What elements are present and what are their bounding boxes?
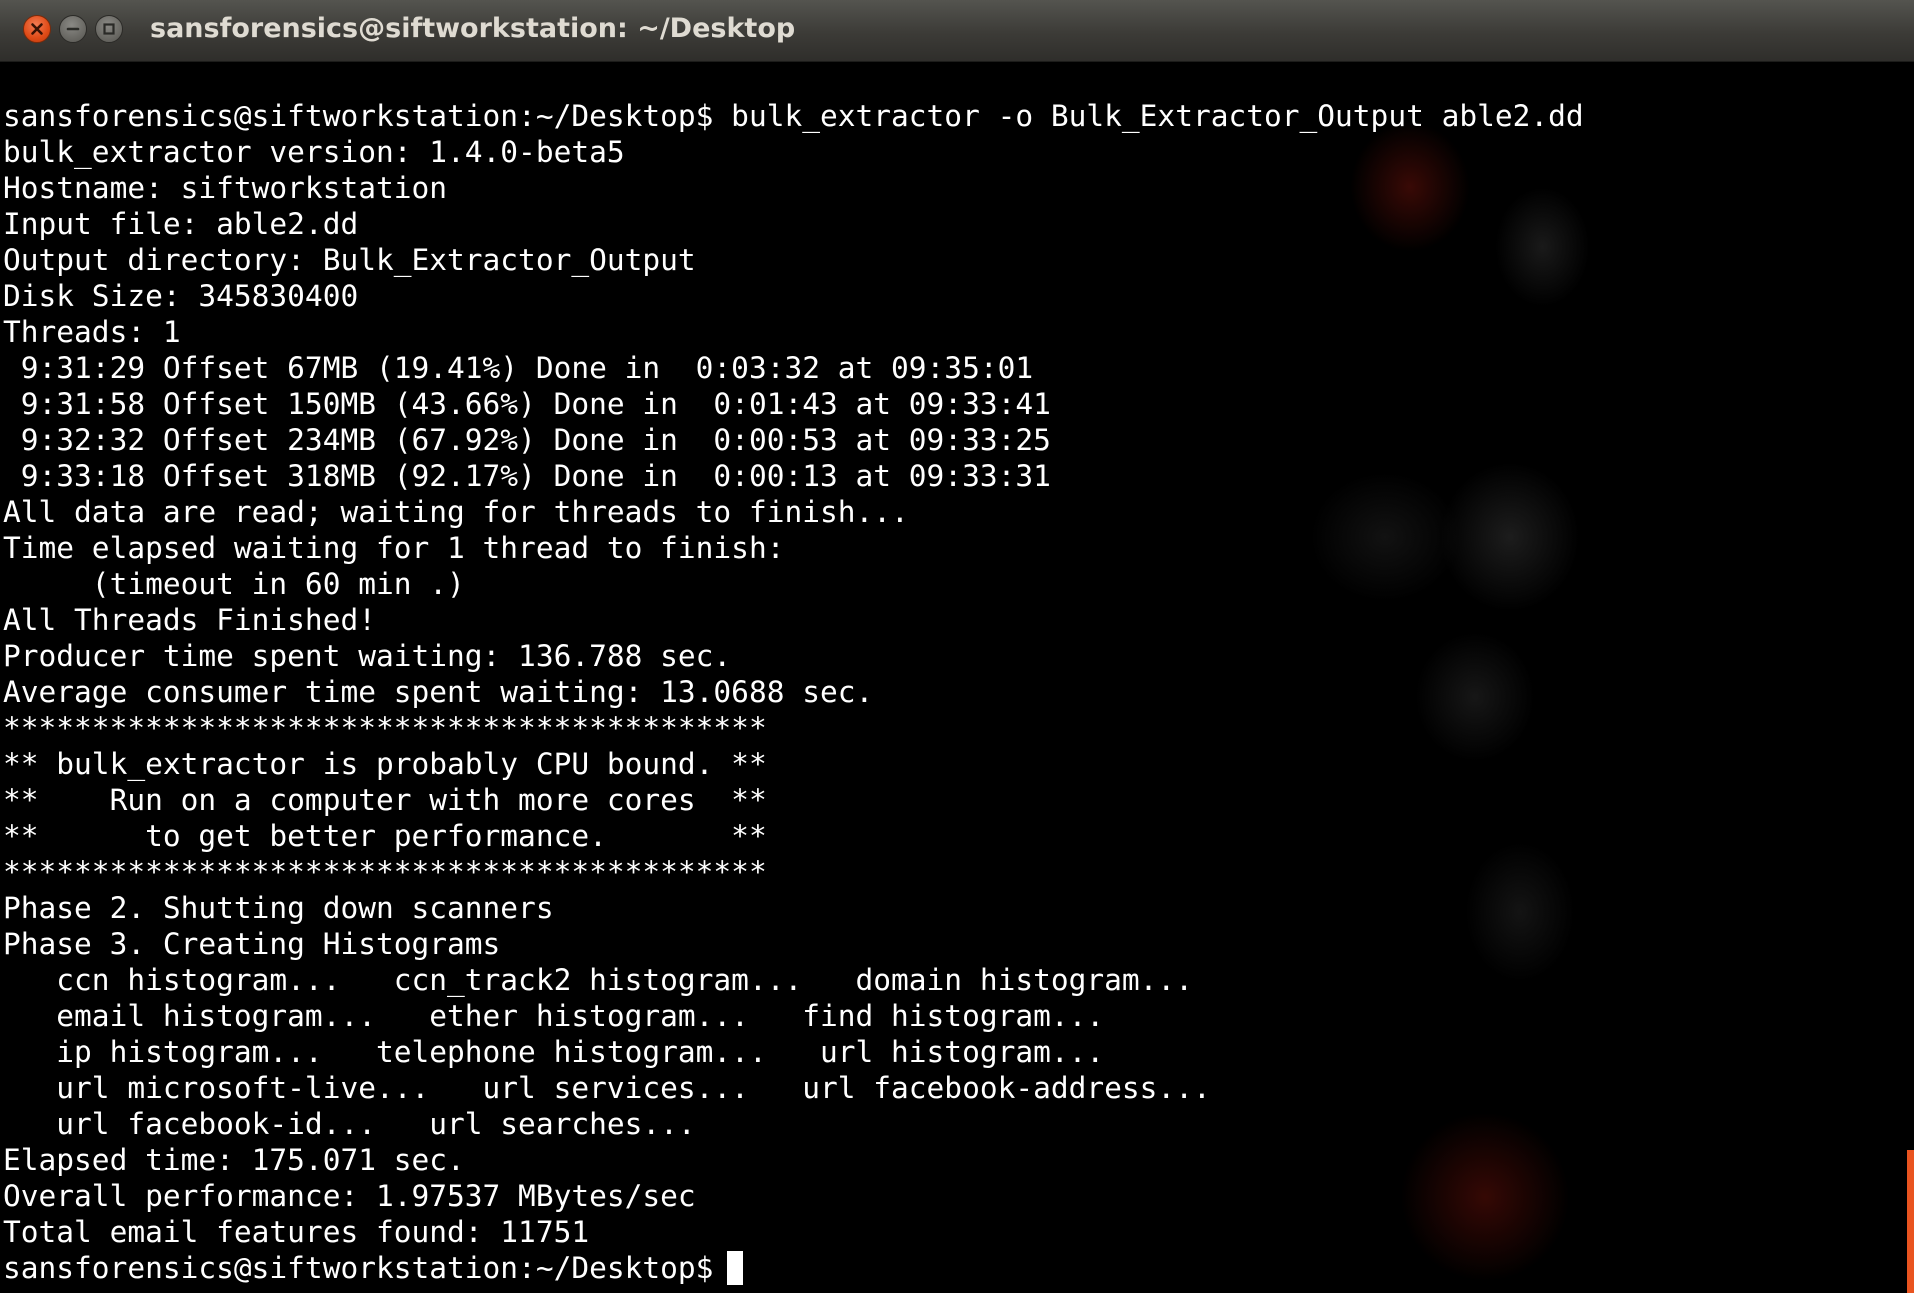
terminal-line: ** Run on a computer with more cores ** [3,783,767,817]
terminal-line: 9:32:32 Offset 234MB (67.92%) Done in 0:… [3,423,1051,457]
terminal-line: Elapsed time: 175.071 sec. [3,1143,465,1177]
terminal-line: ** bulk_extractor is probably CPU bound.… [3,747,767,781]
terminal-line: 9:33:18 Offset 318MB (92.17%) Done in 0:… [3,459,1051,493]
terminal-line: ****************************************… [3,855,767,889]
maximize-button[interactable] [95,15,123,43]
terminal-area[interactable]: sansforensics@siftworkstation:~/Desktop$… [0,62,1914,1293]
window-title: sansforensics@siftworkstation: ~/Desktop [150,13,796,44]
terminal-line: 9:31:58 Offset 150MB (43.66%) Done in 0:… [3,387,1051,421]
terminal-line: Input file: able2.dd [3,207,359,241]
terminal-line: Phase 2. Shutting down scanners [3,891,554,925]
terminal-line: ** to get better performance. ** [3,819,767,853]
terminal-line: url microsoft-live... url services... ur… [3,1071,1211,1105]
terminal-line: Threads: 1 [3,315,181,349]
terminal-line: Output directory: Bulk_Extractor_Output [3,243,696,277]
terminal-line: Producer time spent waiting: 136.788 sec… [3,639,732,673]
terminal-line: ccn histogram... ccn_track2 histogram...… [3,963,1193,997]
terminal-window: sansforensics@siftworkstation: ~/Desktop… [0,0,1914,1293]
close-button[interactable] [23,15,51,43]
terminal-line: ip histogram... telephone histogram... u… [3,1035,1105,1069]
terminal-line: Time elapsed waiting for 1 thread to fin… [3,531,785,565]
terminal-line: All Threads Finished! [3,603,376,637]
terminal-output: sansforensics@siftworkstation:~/Desktop$… [3,98,1584,1286]
terminal-line: Total email features found: 11751 [3,1215,590,1249]
terminal-line: Hostname: siftworkstation [3,171,448,205]
title-bar[interactable]: sansforensics@siftworkstation: ~/Desktop [0,0,1914,62]
terminal-line: All data are read; waiting for threads t… [3,495,909,529]
maximize-icon [103,23,115,35]
terminal-line: Average consumer time spent waiting: 13.… [3,675,874,709]
minimize-icon [66,27,80,31]
terminal-line: Disk Size: 345830400 [3,279,359,313]
minimize-button[interactable] [59,15,87,43]
terminal-line: sansforensics@siftworkstation:~/Desktop$… [3,99,1584,133]
text-cursor [727,1251,744,1285]
desktop-edge-accent [1907,1150,1914,1293]
terminal-line: Overall performance: 1.97537 MBytes/sec [3,1179,696,1213]
terminal-line: email histogram... ether histogram... fi… [3,999,1105,1033]
shell-prompt: sansforensics@siftworkstation:~/Desktop$ [3,1251,714,1285]
terminal-line: 9:31:29 Offset 67MB (19.41%) Done in 0:0… [3,351,1034,385]
terminal-line: url facebook-id... url searches... [3,1107,696,1141]
terminal-line: ****************************************… [3,711,767,745]
terminal-line: Phase 3. Creating Histograms [3,927,501,961]
terminal-line: bulk_extractor version: 1.4.0-beta5 [3,135,625,169]
terminal-line: (timeout in 60 min .) [3,567,465,601]
command-prompt-line[interactable]: sansforensics@siftworkstation:~/Desktop$ [3,1250,1584,1286]
close-icon [31,23,43,35]
